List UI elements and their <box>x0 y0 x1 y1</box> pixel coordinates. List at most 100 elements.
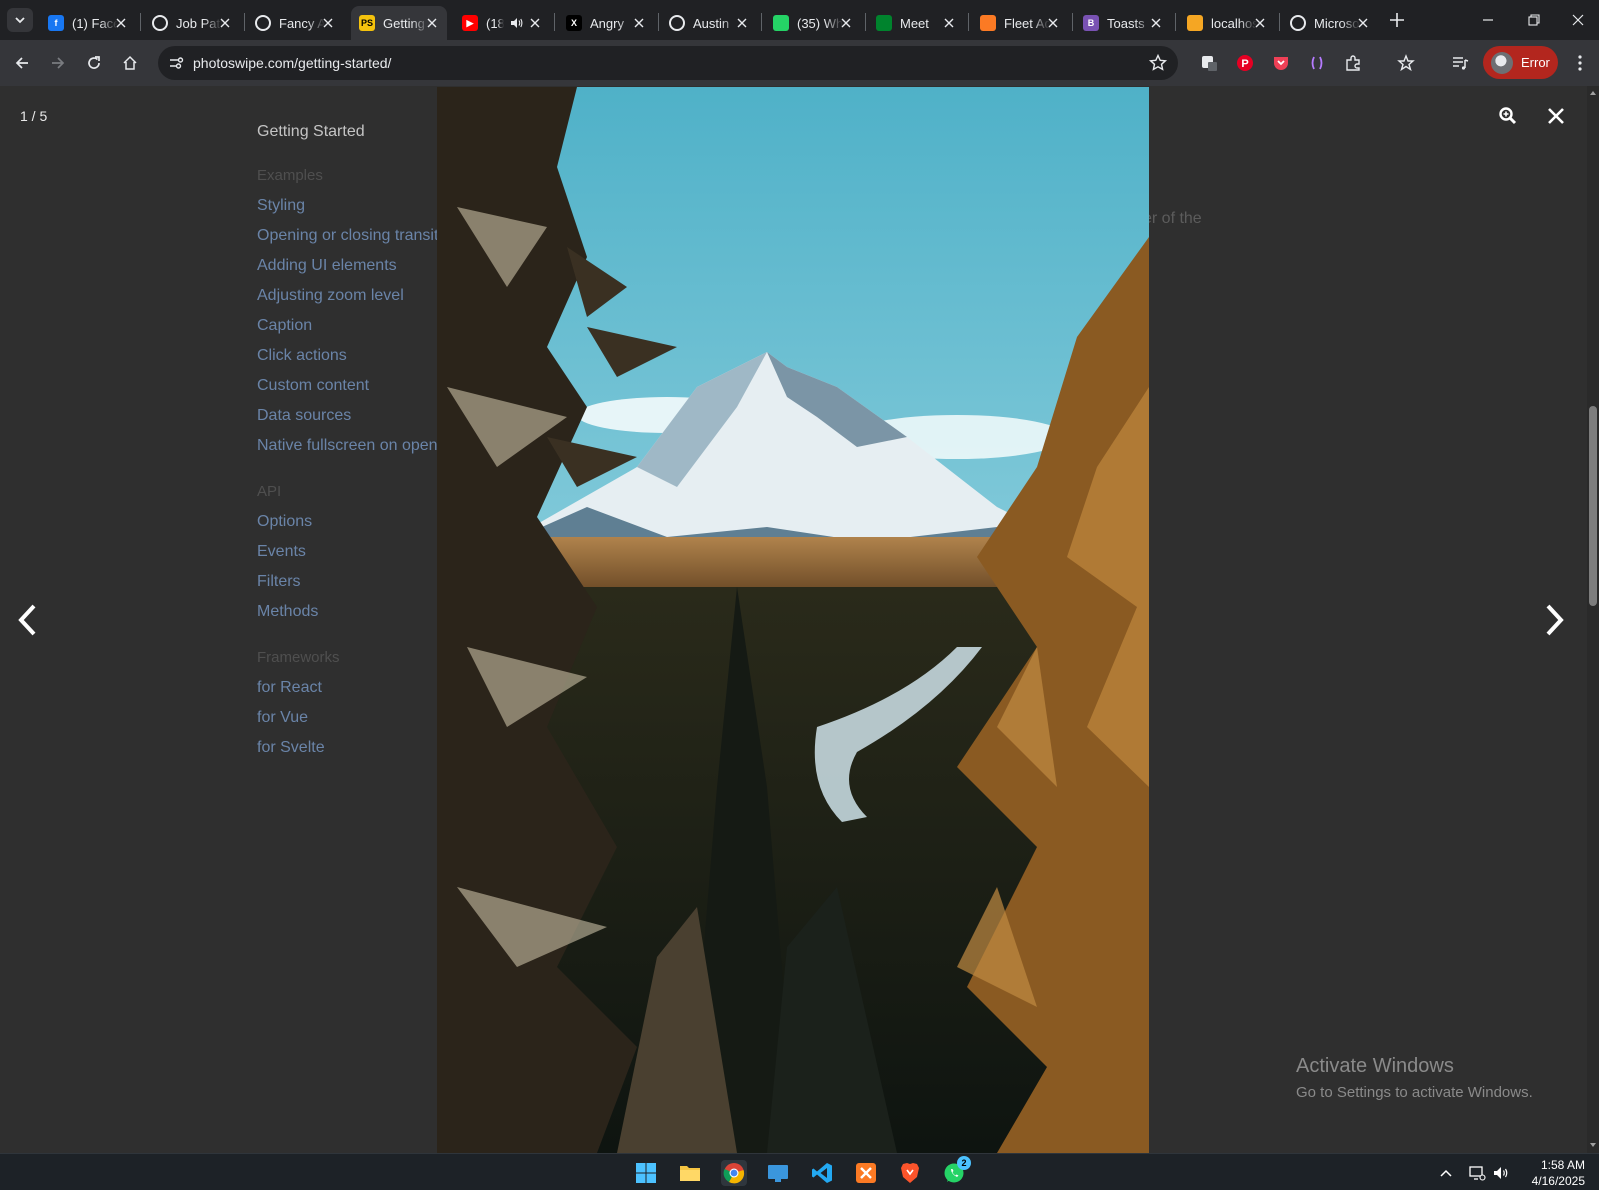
nav-link[interactable]: Data sources <box>257 407 351 425</box>
tab-search-button[interactable] <box>7 8 33 32</box>
reload-button[interactable] <box>82 51 106 75</box>
lightbox-image[interactable] <box>437 87 1149 1153</box>
nav-link[interactable]: Native fullscreen on open <box>257 437 438 455</box>
home-button[interactable] <box>118 51 142 75</box>
extension-pinterest-button[interactable]: P <box>1233 51 1257 75</box>
taskbar-chrome[interactable] <box>721 1160 747 1186</box>
extension-pocket-button[interactable] <box>1269 51 1293 75</box>
volume-icon[interactable] <box>1492 1164 1510 1182</box>
tab-title: Austin <box>693 15 730 31</box>
tab-monitor[interactable]: Microsoft <box>1282 6 1378 40</box>
nav-link[interactable]: Filters <box>257 573 301 591</box>
new-tab-button[interactable] <box>1386 9 1408 31</box>
chevron-down-icon <box>15 17 25 24</box>
taskbar-whatsapp[interactable]: 2 <box>941 1156 971 1186</box>
restore-icon <box>1528 14 1540 26</box>
scroll-thumb[interactable] <box>1589 406 1597 606</box>
taskbar-app[interactable] <box>765 1160 791 1186</box>
taskbar-xampp[interactable] <box>853 1160 879 1186</box>
taskbar-vscode[interactable] <box>809 1160 835 1186</box>
tab-facebook[interactable]: f (1) Facebook <box>40 6 136 40</box>
tab-close-icon[interactable] <box>114 16 128 30</box>
extension-notion-button[interactable] <box>1197 51 1221 75</box>
nav-link[interactable]: for Svelte <box>257 739 325 757</box>
windows-start-icon <box>636 1163 656 1183</box>
bookmarks-button[interactable] <box>1394 51 1418 75</box>
tab-close-icon[interactable] <box>735 16 749 30</box>
playlist-icon <box>1453 57 1469 70</box>
browser-menu-button[interactable] <box>1572 51 1588 75</box>
forward-button[interactable] <box>46 51 70 75</box>
system-clock[interactable]: 1:58 AM 4/16/2025 <box>1520 1157 1585 1189</box>
tab-close-icon[interactable] <box>321 16 335 30</box>
tab-separator <box>244 13 245 31</box>
close-lightbox-button[interactable] <box>1544 104 1568 128</box>
next-image-button[interactable] <box>1538 598 1570 642</box>
tab-title: Getting Started <box>383 15 429 31</box>
tab-whatsapp[interactable]: (35) WhatsApp <box>765 6 861 40</box>
previous-image-button[interactable] <box>12 598 44 642</box>
tab-close-icon[interactable] <box>1253 16 1267 30</box>
page-scrollbar[interactable] <box>1587 86 1599 1153</box>
start-button[interactable] <box>633 1160 659 1186</box>
nav-link[interactable]: Adjusting zoom level <box>257 287 404 305</box>
tab-title: Job Paths <box>176 15 222 31</box>
tab-close-icon[interactable] <box>632 16 646 30</box>
tab-separator <box>865 13 866 31</box>
tab-x[interactable]: X Angry <box>558 6 654 40</box>
bookmark-star-icon[interactable] <box>1148 53 1168 73</box>
speaker-icon[interactable] <box>510 16 524 30</box>
clock-date: 4/16/2025 <box>1531 1174 1585 1188</box>
nav-link[interactable]: Click actions <box>257 347 347 365</box>
tab-google-meet[interactable]: Meet <box>868 6 964 40</box>
media-control-button[interactable] <box>1448 51 1472 75</box>
close-window-button[interactable] <box>1566 8 1590 32</box>
nav-link[interactable]: Options <box>257 513 312 531</box>
taskbar-file-explorer[interactable] <box>677 1160 703 1186</box>
minimize-icon <box>1483 19 1493 21</box>
tab-bootstrap[interactable]: B Toasts <box>1075 6 1171 40</box>
nav-link[interactable]: for Vue <box>257 709 308 727</box>
nav-link[interactable]: Caption <box>257 317 312 335</box>
tab-title: Angry <box>590 15 624 31</box>
tab-close-icon[interactable] <box>1046 16 1060 30</box>
profile-error-button[interactable]: Error <box>1483 46 1558 79</box>
show-hidden-icons-chevron-up-icon[interactable] <box>1437 1164 1455 1182</box>
nav-link[interactable]: Methods <box>257 603 318 621</box>
tab-close-icon[interactable] <box>425 16 439 30</box>
tab-xampp[interactable]: Fleet Admin <box>972 6 1068 40</box>
minimize-button[interactable] <box>1476 8 1500 32</box>
tab-close-icon[interactable] <box>942 16 956 30</box>
extension-devtools-button[interactable] <box>1305 51 1329 75</box>
tab-close-icon[interactable] <box>218 16 232 30</box>
restore-button[interactable] <box>1522 8 1546 32</box>
tab-photoswipe[interactable]: PS Getting Started <box>351 6 447 40</box>
address-bar[interactable]: photoswipe.com/getting-started/ <box>158 46 1178 80</box>
tab-close-icon[interactable] <box>1149 16 1163 30</box>
nav-link[interactable]: Adding UI elements <box>257 257 397 275</box>
browser-toolbar: photoswipe.com/getting-started/ P Error <box>0 40 1599 86</box>
nav-link[interactable]: Events <box>257 543 306 561</box>
tab-fancyapps[interactable]: Fancy Apps <box>247 6 343 40</box>
tab-localhost[interactable]: localhost <box>1179 6 1275 40</box>
site-info-icon[interactable] <box>166 53 186 73</box>
photoswipe-icon: PS <box>359 15 375 31</box>
tab-target[interactable]: Job Paths <box>144 6 240 40</box>
zoom-button[interactable] <box>1496 104 1520 128</box>
network-icon[interactable] <box>1468 1164 1486 1182</box>
tab-separator <box>1279 13 1280 31</box>
nav-link[interactable]: Custom content <box>257 377 369 395</box>
scroll-up-icon[interactable] <box>1589 89 1597 97</box>
body-text-fragment: er of the <box>1143 210 1202 227</box>
tab-close-icon[interactable] <box>528 16 542 30</box>
scroll-down-icon[interactable] <box>1589 1141 1597 1149</box>
extensions-button[interactable] <box>1341 51 1365 75</box>
tab-github[interactable]: Austin <box>661 6 757 40</box>
tab-close-icon[interactable] <box>839 16 853 30</box>
nav-link[interactable]: for React <box>257 679 322 697</box>
nav-link[interactable]: Styling <box>257 197 305 215</box>
tab-youtube[interactable]: ▶ (18) YouTube <box>454 6 550 40</box>
taskbar-brave[interactable] <box>897 1160 923 1186</box>
back-button[interactable] <box>10 51 34 75</box>
tab-close-icon[interactable] <box>1356 16 1370 30</box>
